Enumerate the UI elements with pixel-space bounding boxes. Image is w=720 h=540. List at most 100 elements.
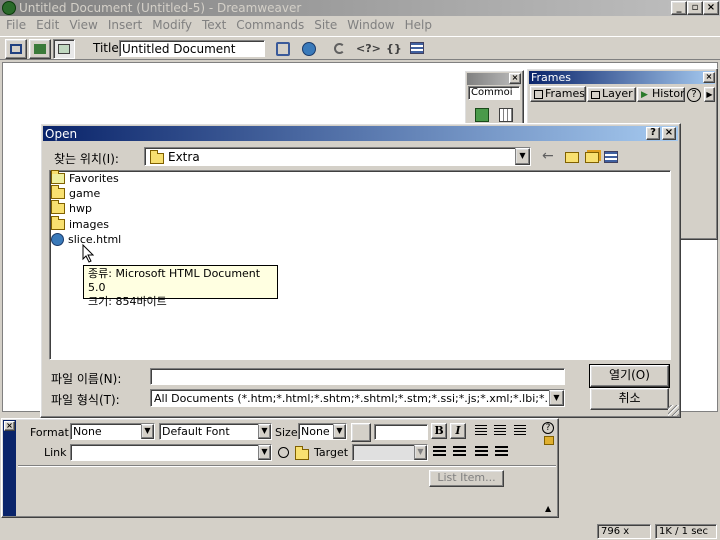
code-navigation-icon[interactable]: <?> bbox=[356, 42, 381, 55]
refresh-icon[interactable] bbox=[334, 43, 345, 54]
design-view-button[interactable] bbox=[53, 39, 75, 59]
toolbar: Title: Untitled Document <?> {} bbox=[0, 36, 720, 60]
outdent-icon[interactable] bbox=[475, 446, 488, 458]
file-type-dropdown[interactable]: All Documents (*.htm;*.html;*.shtm;*.sht… bbox=[150, 389, 565, 407]
tab-history[interactable]: ▶ Histor bbox=[637, 87, 685, 102]
list-item[interactable]: Favorites bbox=[51, 170, 119, 186]
layers-tab-icon bbox=[591, 91, 600, 99]
link-dropdown-arrow-icon[interactable]: ▼ bbox=[258, 445, 271, 460]
title-input[interactable]: Untitled Document bbox=[119, 40, 265, 57]
properties-inspector: × Format None ▼ Default Font ▼ Size None… bbox=[1, 418, 559, 518]
ordered-list-icon[interactable] bbox=[453, 446, 466, 458]
frames-panel-close-button[interactable]: × bbox=[703, 72, 715, 83]
view-menu-icon[interactable] bbox=[604, 151, 618, 163]
menu-edit[interactable]: Edit bbox=[36, 18, 59, 33]
frames-help-icon[interactable]: ? bbox=[687, 88, 701, 102]
size-dropdown[interactable]: None ▼ bbox=[298, 423, 347, 440]
file-management-icon[interactable] bbox=[276, 42, 290, 56]
insert-image-icon[interactable] bbox=[475, 108, 489, 122]
tab-frames-label: Frames bbox=[545, 87, 586, 100]
file-name: Favorites bbox=[69, 172, 119, 185]
back-arrow-icon[interactable]: ← bbox=[542, 148, 554, 164]
menu-modify[interactable]: Modify bbox=[152, 18, 192, 33]
menu-help[interactable]: Help bbox=[405, 18, 432, 33]
view-options-icon[interactable] bbox=[410, 42, 424, 54]
quick-tag-icon[interactable] bbox=[544, 436, 554, 445]
list-item-button[interactable]: List Item... bbox=[429, 470, 504, 487]
italic-button[interactable]: I bbox=[450, 423, 466, 439]
align-right-icon[interactable] bbox=[514, 425, 526, 436]
list-item[interactable]: hwp bbox=[51, 200, 92, 216]
size-value: None bbox=[301, 425, 330, 438]
align-left-icon[interactable] bbox=[475, 425, 487, 436]
tab-layers-label: Layer bbox=[602, 87, 633, 100]
collapse-arrow-icon[interactable]: ▲ bbox=[545, 504, 551, 513]
menu-file[interactable]: File bbox=[6, 18, 26, 33]
indent-icon[interactable] bbox=[495, 446, 508, 458]
font-dropdown-arrow-icon[interactable]: ▼ bbox=[258, 424, 271, 439]
dialog-close-button[interactable]: × bbox=[662, 127, 676, 140]
file-name: game bbox=[69, 187, 101, 200]
braces-icon[interactable]: {} bbox=[386, 42, 402, 55]
objects-panel-close-button[interactable]: × bbox=[509, 73, 521, 84]
help-icon[interactable]: ? bbox=[542, 422, 554, 434]
format-dropdown[interactable]: None ▼ bbox=[70, 423, 155, 440]
bold-button[interactable]: B bbox=[431, 423, 447, 439]
format-dropdown-arrow-icon[interactable]: ▼ bbox=[141, 424, 154, 439]
list-item-button-label: List Item... bbox=[437, 471, 496, 484]
globe-preview-icon[interactable] bbox=[302, 42, 316, 56]
cancel-button-label: 취소 bbox=[618, 391, 641, 405]
minimize-button[interactable]: _ bbox=[671, 1, 687, 15]
inspector-close-button[interactable]: × bbox=[4, 421, 15, 431]
tab-layers[interactable]: Layer bbox=[587, 87, 636, 102]
menu-site[interactable]: Site bbox=[314, 18, 337, 33]
menu-text[interactable]: Text bbox=[202, 18, 226, 33]
unordered-list-icon[interactable] bbox=[433, 446, 446, 458]
font-dropdown[interactable]: Default Font ▼ bbox=[159, 423, 272, 440]
file-tooltip: 종류: Microsoft HTML Document 5.0 크기: 854바… bbox=[83, 265, 278, 308]
split-view-button[interactable] bbox=[29, 39, 51, 59]
file-name-input[interactable] bbox=[150, 368, 565, 385]
maximize-button[interactable]: ▫ bbox=[687, 1, 703, 15]
target-dropdown[interactable]: ▼ bbox=[352, 444, 428, 461]
menu-view[interactable]: View bbox=[69, 18, 97, 33]
open-button-label: 열기(O) bbox=[609, 368, 650, 382]
align-center-icon[interactable] bbox=[494, 425, 506, 436]
menu-window[interactable]: Window bbox=[347, 18, 394, 33]
look-in-value: Extra bbox=[168, 150, 200, 164]
size-dropdown-arrow-icon[interactable]: ▼ bbox=[333, 424, 346, 439]
target-dropdown-arrow-icon[interactable]: ▼ bbox=[414, 445, 427, 460]
browse-folder-icon[interactable] bbox=[295, 446, 309, 460]
file-name: slice.html bbox=[68, 233, 122, 246]
cancel-button[interactable]: 취소 bbox=[590, 388, 669, 410]
insert-table-icon[interactable] bbox=[499, 108, 513, 122]
code-view-button[interactable] bbox=[5, 39, 27, 59]
status-speed: 1K / 1 sec bbox=[655, 524, 717, 539]
open-dialog: Open ? × 찾는 위치(I): Extra ▼ ← Favorites g… bbox=[40, 123, 681, 418]
link-input[interactable]: ▼ bbox=[70, 444, 272, 461]
list-item[interactable]: game bbox=[51, 185, 101, 201]
close-button[interactable]: × bbox=[703, 1, 719, 15]
list-item[interactable]: images bbox=[51, 216, 109, 232]
objects-category-dropdown[interactable]: Commoi bbox=[468, 86, 520, 100]
text-color-input[interactable] bbox=[374, 424, 428, 440]
text-color-swatch[interactable] bbox=[351, 423, 371, 442]
tooltip-type: 종류: Microsoft HTML Document 5.0 bbox=[88, 267, 261, 294]
format-label: Format bbox=[30, 426, 69, 439]
open-button[interactable]: 열기(O) bbox=[589, 364, 670, 388]
up-folder-icon[interactable] bbox=[565, 152, 579, 163]
point-to-file-icon[interactable] bbox=[278, 447, 289, 458]
tab-frames[interactable]: Frames bbox=[530, 86, 586, 102]
look-in-dropdown-arrow-icon[interactable]: ▼ bbox=[515, 148, 530, 165]
split-view-icon bbox=[34, 44, 46, 54]
panel-arrow-icon[interactable]: ▶ bbox=[704, 87, 715, 102]
resize-grip-icon[interactable] bbox=[668, 405, 679, 416]
look-in-dropdown[interactable]: Extra ▼ bbox=[144, 147, 531, 166]
target-label: Target bbox=[314, 446, 349, 459]
link-label: Link bbox=[44, 446, 67, 459]
dialog-help-button[interactable]: ? bbox=[646, 127, 660, 140]
file-type-dropdown-arrow-icon[interactable]: ▼ bbox=[549, 390, 564, 406]
new-folder-icon[interactable] bbox=[585, 152, 599, 163]
menu-insert[interactable]: Insert bbox=[108, 18, 142, 33]
menu-commands[interactable]: Commands bbox=[236, 18, 304, 33]
